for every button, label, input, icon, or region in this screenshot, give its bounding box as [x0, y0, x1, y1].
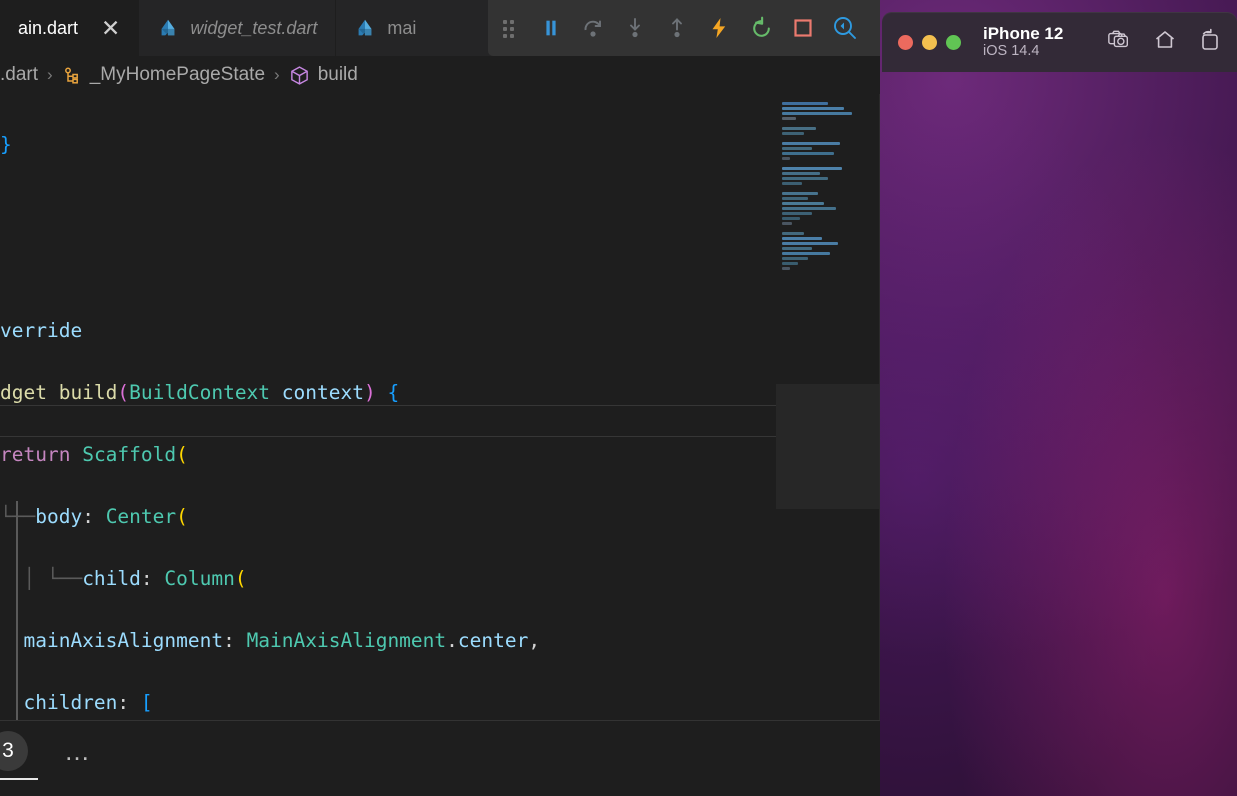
rotate-icon[interactable]	[1199, 28, 1221, 57]
stop-icon[interactable]	[782, 7, 824, 49]
code-text: } verride dget build(BuildContext contex…	[0, 94, 790, 720]
editor-tab-widget-test-dart[interactable]: widget_test.dart	[139, 0, 337, 56]
close-icon[interactable]: ✕	[101, 16, 120, 40]
simulator-titlebar: iPhone 12 iOS 14.4	[882, 12, 1237, 72]
step-into-icon[interactable]	[614, 7, 656, 49]
code-line: verride	[0, 319, 83, 342]
screenshot-icon[interactable]	[1107, 28, 1131, 57]
vscode-window: ain.dart ✕ widget_test.dart mai .dart › …	[0, 0, 880, 796]
code-line: mainAxisAlignment: MainAxisAlignment.cen…	[23, 629, 541, 652]
step-over-icon[interactable]	[572, 7, 614, 49]
breadcrumb-separator: ›	[274, 65, 280, 84]
breadcrumb: .dart › _MyHomePageState › build	[0, 56, 880, 94]
pause-icon[interactable]	[530, 7, 572, 49]
breadcrumb-label: build	[317, 64, 358, 85]
minimize-window-button[interactable]	[922, 34, 937, 50]
maximize-window-button[interactable]	[946, 34, 961, 50]
breadcrumb-label: .dart	[0, 64, 39, 85]
drag-handle-icon[interactable]	[488, 7, 530, 49]
dart-icon	[161, 19, 175, 36]
simulator-os-version: iOS 14.4	[983, 43, 1040, 60]
class-icon	[64, 67, 78, 84]
editor-tab-label: ain.dart	[18, 17, 79, 38]
breadcrumb-separator: ›	[47, 65, 53, 84]
step-out-icon[interactable]	[656, 7, 698, 49]
home-icon[interactable]	[1153, 28, 1177, 57]
minimap-slider[interactable]	[776, 384, 880, 509]
panel-tab-problems[interactable]: 3	[0, 731, 38, 780]
panel-more-icon[interactable]: …	[64, 738, 93, 764]
code-line: }	[0, 133, 12, 156]
close-window-button[interactable]	[898, 34, 913, 50]
code-minimap[interactable]	[776, 94, 880, 720]
hot-reload-icon[interactable]	[698, 7, 740, 49]
inspect-widget-icon[interactable]	[824, 7, 866, 49]
breadcrumb-item-file[interactable]: .dart	[0, 64, 38, 86]
code-line: children: [	[23, 691, 153, 714]
simulator-device-info: iPhone 12 iOS 14.4	[983, 24, 1063, 61]
editor-tab-label: mai	[387, 17, 417, 38]
method-icon	[290, 65, 308, 85]
code-editor[interactable]: } verride dget build(BuildContext contex…	[0, 94, 880, 720]
breadcrumb-item-method[interactable]: build	[289, 64, 358, 86]
simulator-titlebar-actions	[1107, 28, 1221, 57]
bottom-panel: 3 … Filter (e.g. text, **/*.ts, !**/node…	[0, 720, 880, 796]
editor-tab-label: widget_test.dart	[190, 17, 318, 38]
simulator-window: iPhone 12 iOS 14.4	[880, 8, 1237, 796]
breadcrumb-label: _MyHomePageState	[89, 64, 266, 85]
code-line: return Scaffold(	[0, 443, 188, 466]
hot-restart-icon[interactable]	[740, 7, 782, 49]
code-line: │ └──child: Column(	[0, 567, 247, 590]
simulator-device-name: iPhone 12	[983, 23, 1064, 43]
panel-tab-row: 3 …	[0, 727, 93, 780]
panel-tab-badge: 3	[0, 731, 28, 771]
debug-toolbar	[488, 0, 880, 56]
code-line: dget build(BuildContext context) {	[0, 381, 400, 404]
breadcrumb-item-class[interactable]: _MyHomePageState	[62, 64, 265, 86]
code-line: └──body: Center(	[0, 505, 188, 528]
editor-tab-main-dart[interactable]: ain.dart ✕	[0, 0, 140, 56]
dart-icon	[358, 19, 372, 36]
window-traffic-lights	[898, 34, 961, 50]
